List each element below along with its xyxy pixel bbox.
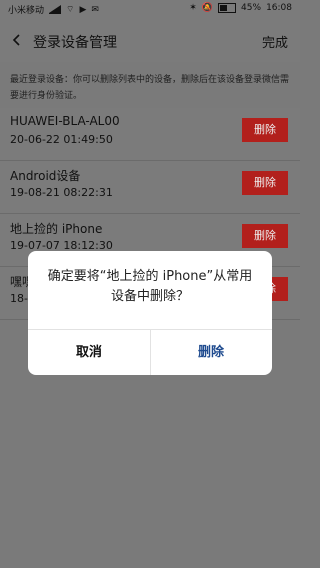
mute-icon: 🔕 [201, 3, 214, 13]
status-bar: 小米移动 ⌔ ▶ ✉ ✶ 🔕 45% 16:08 [0, 0, 300, 18]
device-row: Android设备 19-08-21 08:22:31 删除 [0, 161, 300, 214]
tip-text: 最近登录设备：你可以删除列表中的设备，删除后在该设备登录微信需要进行身份验证。 [10, 75, 290, 101]
device-name: Android设备 [10, 169, 81, 183]
bluetooth-icon: ✶ [189, 3, 197, 13]
top-nav: 登录设备管理 完成 [0, 18, 300, 62]
message-icon: ✉ [91, 4, 99, 15]
status-left: 小米移动 ⌔ ▶ ✉ [8, 3, 99, 17]
device-row: HUAWEI-BLA-AL00 20-06-22 01:49:50 删除 [0, 108, 300, 161]
device-time: 19-08-21 08:22:31 [10, 186, 113, 199]
battery-icon [218, 3, 237, 13]
clock: 16:08 [266, 3, 292, 13]
device-time: 20-06-22 01:49:50 [10, 133, 113, 146]
device-name: 地上捡的 iPhone [10, 222, 103, 236]
confirm-delete-button[interactable]: 删除 [150, 330, 272, 375]
dialog-message: 确定要将“地上捡的 iPhone”从常用设备中删除？ [47, 269, 253, 304]
status-right: ✶ 🔕 45% 16:08 [189, 3, 292, 13]
carrier-label: 小米移动 [8, 6, 45, 16]
cancel-button[interactable]: 取消 [28, 330, 150, 375]
wifi-icon: ⌔ [66, 5, 75, 15]
device-name: HUAWEI-BLA-AL00 [10, 114, 120, 128]
confirm-dialog: 确定要将“地上捡的 iPhone”从常用设备中删除？ 取消 删除 [28, 251, 272, 375]
video-icon: ▶ [79, 4, 87, 15]
done-button[interactable]: 完成 [262, 32, 288, 51]
delete-button[interactable]: 删除 [242, 224, 288, 248]
page-title: 登录设备管理 [33, 35, 117, 51]
battery-percent: 45% [241, 3, 262, 13]
back-icon[interactable] [10, 32, 24, 46]
delete-button[interactable]: 删除 [242, 118, 288, 142]
signal-icon [49, 5, 62, 14]
device-time: 18- [10, 292, 28, 305]
delete-button[interactable]: 删除 [242, 171, 288, 195]
